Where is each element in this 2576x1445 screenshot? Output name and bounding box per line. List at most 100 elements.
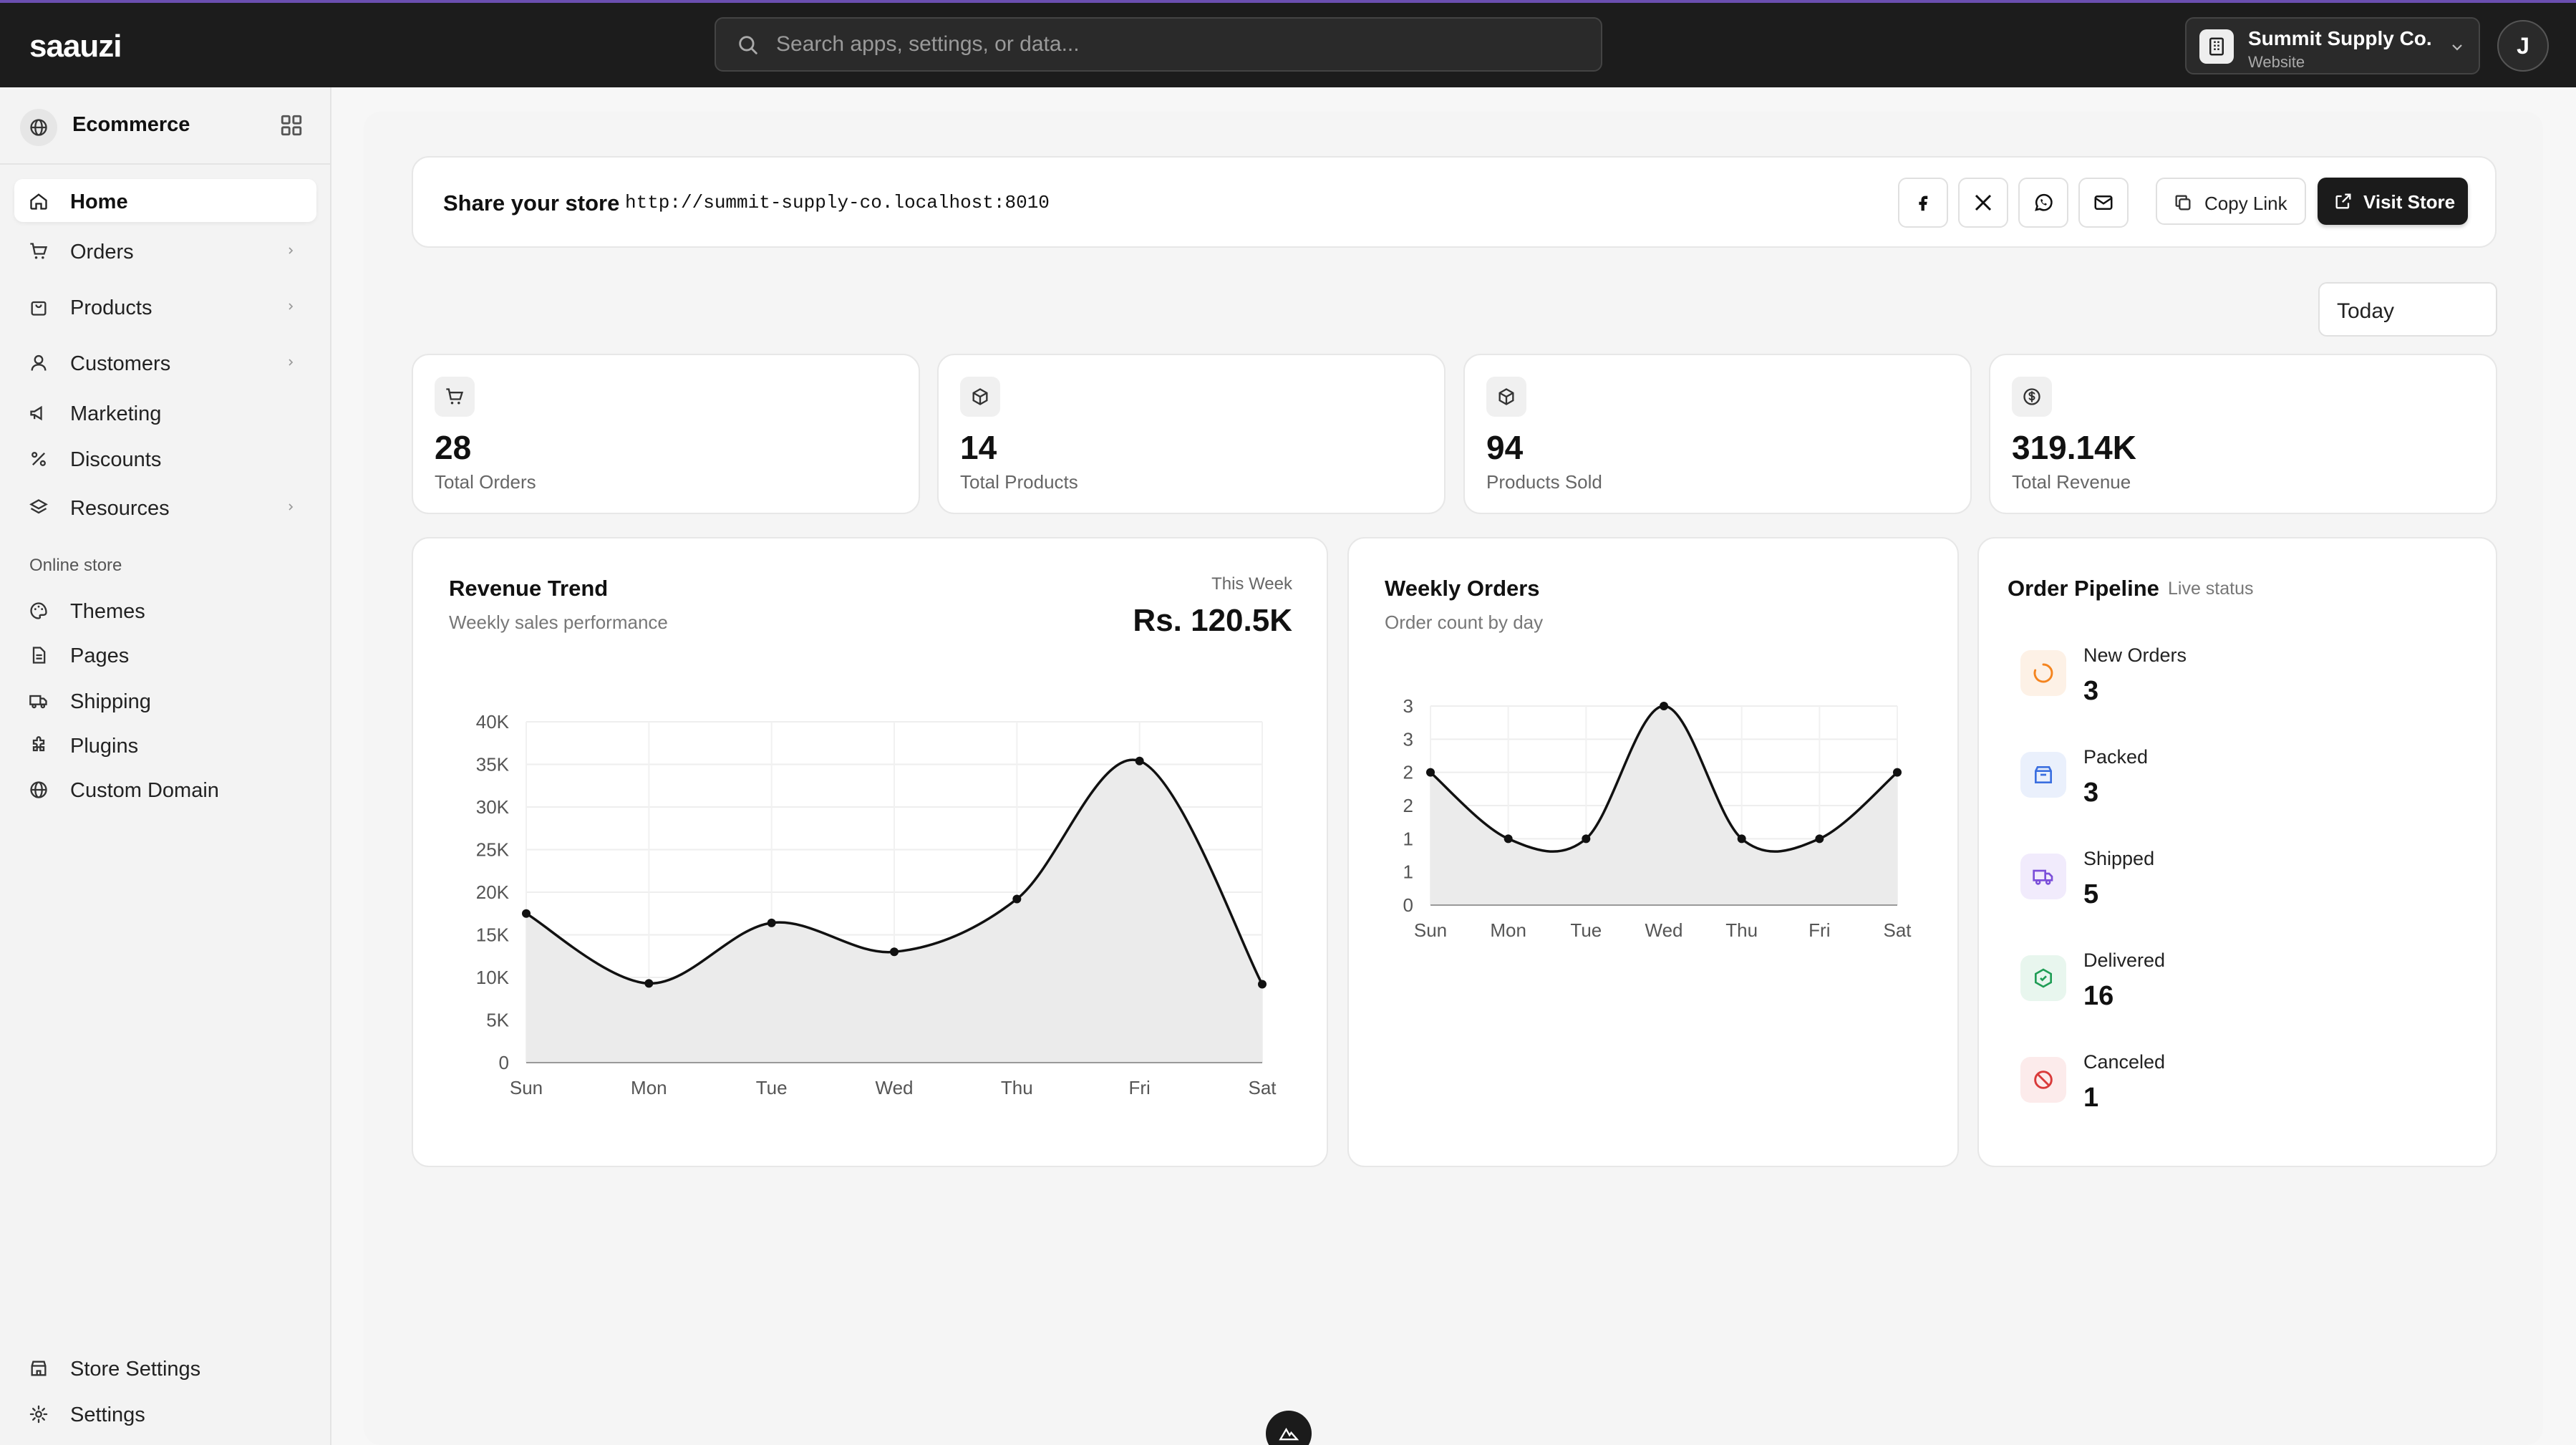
- pipeline-status: Live status: [2168, 579, 2254, 599]
- y-tick-label: 2: [1403, 762, 1413, 783]
- share-title: Share your store: [443, 190, 620, 216]
- percent-icon: [32, 452, 46, 466]
- user-avatar[interactable]: J: [2497, 20, 2549, 72]
- pipeline-label: New Orders: [2083, 644, 2187, 666]
- box-icon: [1486, 377, 1526, 417]
- building-icon: [2199, 29, 2234, 64]
- store-url[interactable]: http://summit-supply-co.localhost:8010: [625, 192, 1050, 213]
- data-point[interactable]: [767, 918, 776, 927]
- data-point[interactable]: [1660, 702, 1668, 710]
- copy-link-button[interactable]: Copy Link: [2156, 178, 2306, 225]
- data-point[interactable]: [890, 947, 899, 957]
- data-point[interactable]: [1135, 756, 1144, 765]
- sidebar-item-label: Discounts: [70, 448, 162, 471]
- x-tick-label: Mon: [1490, 919, 1526, 941]
- sidebar-item-label: Custom Domain: [70, 779, 219, 802]
- globe-icon: [20, 109, 57, 146]
- sidebar-item-themes[interactable]: Themes: [14, 589, 316, 632]
- sidebar-item-label: Home: [70, 190, 128, 213]
- weekly-orders-chart: 0 1 1 2 2 3 3 Sun Mon Tue Wed Thu Fri Sat: [1403, 695, 1912, 941]
- store-switcher[interactable]: Summit Supply Co. Website: [2185, 17, 2480, 74]
- pipeline-value: 1: [2083, 1083, 2099, 1113]
- stat-label: Total Orders: [435, 471, 536, 493]
- x-tick-label: Fri: [1129, 1077, 1151, 1098]
- share-store-card: Share your store http://summit-supply-co…: [412, 156, 2497, 248]
- share-facebook-button[interactable]: [1898, 178, 1948, 228]
- data-point[interactable]: [1582, 834, 1591, 844]
- stat-label: Total Revenue: [2012, 471, 2131, 493]
- sidebar-item-orders[interactable]: Orders: [14, 229, 316, 272]
- x-tick-label: Sun: [1414, 919, 1447, 941]
- sidebar-item-shipping[interactable]: Shipping: [14, 679, 316, 722]
- y-tick-label: 35K: [476, 754, 510, 775]
- ban-icon: [2020, 1057, 2066, 1103]
- mail-icon: [2094, 195, 2113, 210]
- data-point[interactable]: [1893, 768, 1902, 777]
- data-point[interactable]: [1737, 834, 1746, 844]
- sidebar-item-resources[interactable]: Resources: [14, 485, 316, 528]
- data-point[interactable]: [644, 979, 654, 988]
- sidebar-item-plugins[interactable]: Plugins: [14, 723, 316, 766]
- data-point[interactable]: [1426, 768, 1435, 777]
- pipeline-label: Shipped: [2083, 848, 2155, 869]
- x-tick-label: Wed: [1645, 919, 1683, 941]
- data-point[interactable]: [1504, 834, 1513, 844]
- order-pipeline-card: Order Pipeline Live status New Orders 3 …: [1977, 537, 2497, 1167]
- pipeline-title: Order Pipeline: [2008, 576, 2159, 601]
- puzzle-icon: [32, 736, 45, 752]
- sidebar-item-store-settings[interactable]: Store Settings: [14, 1346, 316, 1389]
- box-check-icon: [2020, 955, 2066, 1001]
- stat-card-products-sold: 94 Products Sold: [1463, 354, 1972, 514]
- global-search[interactable]: [715, 17, 1602, 72]
- sidebar-item-label: Marketing: [70, 402, 162, 425]
- sidebar-item-label: Store Settings: [70, 1358, 201, 1381]
- grid-icon[interactable]: [279, 113, 304, 137]
- bag-icon: [31, 301, 47, 316]
- y-tick-label: 40K: [476, 711, 510, 733]
- chevron-right-icon: [289, 303, 294, 310]
- pipeline-item-packed[interactable]: Packed 3: [2020, 743, 2450, 815]
- sidebar-item-pages[interactable]: Pages: [14, 633, 316, 676]
- search-input[interactable]: [776, 29, 1578, 60]
- stat-value: 28: [435, 429, 472, 466]
- pipeline-item-delivered[interactable]: Delivered 16: [2020, 947, 2450, 1018]
- data-point[interactable]: [522, 909, 531, 918]
- pipeline-item-shipped[interactable]: Shipped 5: [2020, 845, 2450, 917]
- cart-icon: [435, 377, 475, 417]
- x-tick-label: Wed: [876, 1077, 914, 1098]
- sidebar-item-home[interactable]: Home: [14, 179, 316, 222]
- sidebar-item-custom-domain[interactable]: Custom Domain: [14, 768, 316, 811]
- sidebar-item-settings[interactable]: Settings: [14, 1392, 316, 1435]
- date-range-select[interactable]: Today: [2318, 282, 2497, 337]
- layers-icon: [29, 499, 48, 514]
- visit-store-button[interactable]: Visit Store: [2318, 178, 2468, 225]
- pipeline-item-new-orders[interactable]: New Orders 3: [2020, 642, 2450, 713]
- sidebar-item-customers[interactable]: Customers: [14, 341, 316, 384]
- sidebar-item-discounts[interactable]: Discounts: [14, 437, 316, 480]
- app-logo[interactable]: saauzi: [29, 29, 122, 64]
- pipeline-item-canceled[interactable]: Canceled 1: [2020, 1048, 2450, 1120]
- share-whatsapp-button[interactable]: [2018, 178, 2068, 228]
- store-name: Summit Supply Co.: [2248, 27, 2432, 49]
- pipeline-value: 16: [2083, 981, 2114, 1011]
- share-x-button[interactable]: [1958, 178, 2008, 228]
- x-tick-label: Sat: [1248, 1077, 1277, 1098]
- y-tick-label: 2: [1403, 795, 1413, 816]
- data-point[interactable]: [1815, 834, 1824, 844]
- date-range-value: Today: [2337, 299, 2395, 323]
- sidebar-item-products[interactable]: Products: [14, 285, 316, 328]
- sidebar-item-label: Plugins: [70, 735, 139, 758]
- y-tick-label: 1: [1403, 861, 1413, 883]
- x-tick-label: Tue: [1570, 919, 1602, 941]
- data-point[interactable]: [1012, 894, 1022, 904]
- facebook-icon: [1919, 195, 1928, 211]
- share-email-button[interactable]: [2078, 178, 2129, 228]
- x-tick-label: Thu: [1001, 1077, 1033, 1098]
- app-switcher[interactable]: Ecommerce: [0, 87, 330, 165]
- y-tick-label: 0: [499, 1052, 509, 1073]
- sidebar-item-marketing[interactable]: Marketing: [14, 391, 316, 434]
- copy-icon: [2175, 195, 2191, 211]
- data-point[interactable]: [1258, 980, 1267, 989]
- store-type: Website: [2248, 53, 2305, 71]
- y-tick-label: 20K: [476, 881, 510, 903]
